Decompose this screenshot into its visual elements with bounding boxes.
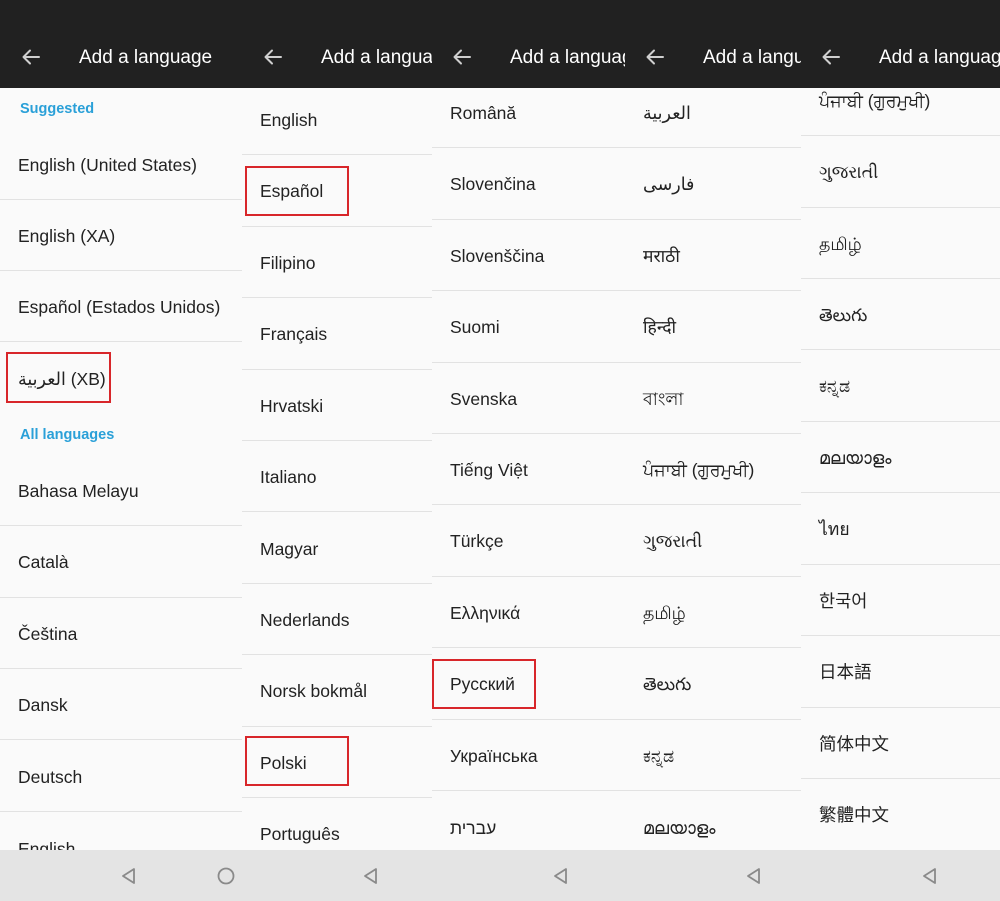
language-item[interactable]: Suomi	[432, 291, 625, 363]
language-list[interactable]: ਪੰਜਾਬੀ (ਗੁਰਮੁਖੀ) ગુજરાતી தமிழ் తెలుగు ಕನ…	[801, 88, 1000, 850]
language-item[interactable]: עברית	[432, 791, 625, 850]
language-item[interactable]: Español (Estados Unidos)	[0, 271, 242, 342]
app-bar: Add a language	[432, 0, 625, 88]
language-item[interactable]: Dansk	[0, 669, 242, 740]
language-item[interactable]: Norsk bokmål	[242, 655, 432, 727]
language-item[interactable]: मराठी	[625, 220, 801, 291]
language-item[interactable]: తెలుగు	[625, 648, 801, 720]
language-item[interactable]: ಕನ್ನಡ	[801, 350, 1000, 422]
language-item[interactable]: Bahasa Melayu	[0, 455, 242, 526]
language-item[interactable]: తెలుగు	[801, 279, 1000, 350]
language-item[interactable]: हिन्दी	[625, 291, 801, 363]
app-bar: Add a language	[0, 0, 242, 88]
section-label-all-languages: All languages	[20, 427, 115, 443]
system-navigation-bar	[0, 850, 1000, 901]
language-item[interactable]: Türkçe	[432, 505, 625, 577]
language-item[interactable]: ไทย	[801, 493, 1000, 565]
language-panel-1: Add a language Suggested English (United…	[0, 0, 242, 901]
language-item[interactable]: Slovenščina	[432, 220, 625, 291]
back-arrow-icon[interactable]	[820, 46, 842, 68]
page-title: Add a language	[879, 47, 1000, 68]
language-item[interactable]: 繁體中文	[801, 779, 1000, 850]
nav-back-triangle-icon[interactable]	[920, 866, 940, 886]
language-item[interactable]: 简体中文	[801, 708, 1000, 779]
page-title: Add a language	[703, 47, 801, 68]
language-item[interactable]: Català	[0, 526, 242, 598]
language-item[interactable]: Slovenčina	[432, 148, 625, 220]
language-item[interactable]: Italiano	[242, 441, 432, 512]
language-item[interactable]: தமிழ்	[801, 208, 1000, 279]
language-item[interactable]: English (XA)	[0, 200, 242, 271]
language-item[interactable]: Čeština	[0, 598, 242, 669]
language-item[interactable]: தமிழ்	[625, 577, 801, 648]
highlight-espanol	[245, 166, 349, 216]
language-item[interactable]: ગુજરાતી	[801, 136, 1000, 208]
app-bar: Add a language	[625, 0, 801, 88]
back-arrow-icon[interactable]	[451, 46, 473, 68]
language-item[interactable]: ಕನ್ನಡ	[625, 720, 801, 791]
language-item[interactable]: فارسی	[625, 148, 801, 220]
language-panel-3: Add a language Română Slovenčina Slovenš…	[432, 0, 625, 901]
language-item[interactable]: Svenska	[432, 363, 625, 434]
page-title: Add a language	[79, 47, 213, 68]
language-list[interactable]: Română Slovenčina Slovenščina Suomi Sven…	[432, 88, 625, 850]
language-item[interactable]: മലയാളം	[625, 791, 801, 850]
language-item[interactable]: English	[242, 88, 432, 155]
back-arrow-icon[interactable]	[644, 46, 666, 68]
language-item[interactable]: 한국어	[801, 565, 1000, 636]
highlight-russian	[432, 659, 536, 709]
language-item[interactable]: Magyar	[242, 512, 432, 584]
page-title: Add a language	[510, 47, 625, 68]
language-item[interactable]: English (United States)	[0, 128, 242, 200]
language-list[interactable]: العربية فارسی मराठी हिन्दी বাংলা ਪੰਜਾਬੀ …	[625, 88, 801, 850]
language-item[interactable]: 日本語	[801, 636, 1000, 708]
language-item[interactable]: Українська	[432, 720, 625, 791]
language-item[interactable]: Ελληνικά	[432, 577, 625, 648]
language-item[interactable]: Hrvatski	[242, 370, 432, 441]
language-item[interactable]: ਪੰਜਾਬੀ (ਗੁਰਮੁਖੀ)	[801, 88, 1000, 136]
language-item[interactable]: ગુજરાતી	[625, 505, 801, 577]
language-item[interactable]: Română	[432, 88, 625, 148]
language-item[interactable]: বাংলা	[625, 363, 801, 434]
back-arrow-icon[interactable]	[262, 46, 284, 68]
highlight-polski	[245, 736, 349, 786]
language-list[interactable]: Suggested English (United States) Englis…	[0, 88, 242, 850]
nav-back-triangle-icon[interactable]	[361, 866, 381, 886]
language-panel-4: Add a language العربية فارسی मराठी हिन्द…	[625, 0, 801, 901]
language-item[interactable]: Deutsch	[0, 740, 242, 812]
app-bar: Add a language	[242, 0, 432, 88]
language-item[interactable]: Nederlands	[242, 584, 432, 655]
nav-back-triangle-icon[interactable]	[119, 866, 139, 886]
section-label-suggested: Suggested	[20, 101, 95, 117]
language-item[interactable]: ਪੰਜਾਬੀ (ਗੁਰਮੁਖੀ)	[625, 434, 801, 505]
page-title: Add a language	[321, 47, 432, 68]
language-item[interactable]: English	[0, 812, 242, 850]
language-item[interactable]: മലയാളം	[801, 422, 1000, 493]
language-item[interactable]: Filipino	[242, 227, 432, 298]
language-item[interactable]: العربية	[625, 88, 801, 148]
language-panel-5: Add a language ਪੰਜਾਬੀ (ਗੁਰਮੁਖੀ) ગુજરાતી …	[801, 0, 1000, 901]
back-arrow-icon[interactable]	[20, 46, 42, 68]
nav-home-circle-icon[interactable]	[216, 866, 236, 886]
nav-back-triangle-icon[interactable]	[551, 866, 571, 886]
language-item[interactable]: Tiếng Việt	[432, 434, 625, 505]
app-bar: Add a language	[801, 0, 1000, 88]
language-item[interactable]: Português	[242, 798, 432, 850]
language-item[interactable]: Français	[242, 298, 432, 370]
nav-back-triangle-icon[interactable]	[744, 866, 764, 886]
highlight-arabic-xb	[6, 352, 111, 403]
